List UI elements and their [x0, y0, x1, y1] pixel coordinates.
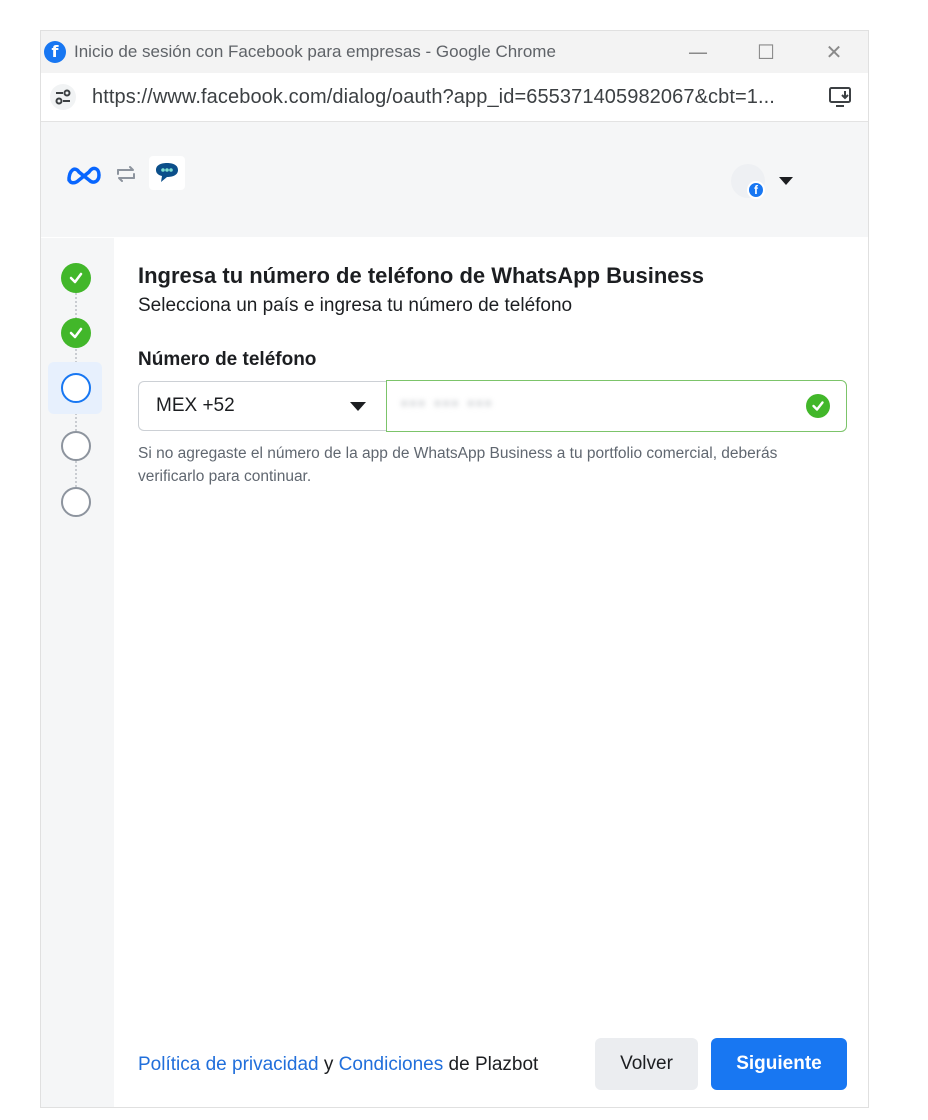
- address-bar: https://www.facebook.com/dialog/oauth?ap…: [41, 73, 868, 122]
- footer-legal: Política de privacidad y Condiciones de …: [138, 1054, 538, 1076]
- phone-number-input[interactable]: ••• ••• •••: [386, 380, 847, 432]
- country-code-select[interactable]: MEX +52: [138, 381, 386, 431]
- phone-help-text: Si no agregaste el número de la app de W…: [138, 445, 778, 485]
- url-text[interactable]: https://www.facebook.com/dialog/oauth?ap…: [92, 86, 802, 109]
- tune-icon[interactable]: [50, 84, 76, 110]
- window-title: Inicio de sesión con Facebook para empre…: [74, 42, 556, 61]
- back-button[interactable]: Volver: [595, 1038, 698, 1090]
- step-5-pending-icon: [61, 487, 91, 517]
- dialog-content: Ingresa tu número de teléfono de WhatsAp…: [114, 238, 868, 1107]
- browser-popup-window: f Inicio de sesión con Facebook para emp…: [41, 31, 868, 1107]
- phone-number-value: ••• ••• •••: [401, 394, 494, 415]
- step-1-complete-icon: [61, 263, 91, 293]
- install-app-icon[interactable]: [828, 85, 854, 109]
- page-title: Ingresa tu número de teléfono de WhatsAp…: [138, 263, 704, 288]
- footer-suffix: de Plazbot: [443, 1054, 539, 1075]
- step-2-complete-icon: [61, 318, 91, 348]
- meta-icon: [67, 166, 101, 185]
- facebook-icon: f: [44, 41, 66, 63]
- terms-link[interactable]: Condiciones: [339, 1054, 444, 1075]
- window-controls: — ☐ ✕: [664, 31, 868, 73]
- close-button[interactable]: ✕: [800, 31, 868, 73]
- step-progress-rail: [41, 238, 114, 1107]
- maximize-button[interactable]: ☐: [732, 31, 800, 73]
- valid-check-icon: [806, 394, 830, 418]
- chat-bubble-icon: [149, 156, 185, 190]
- account-menu-caret-icon[interactable]: [779, 177, 793, 185]
- dialog-header: f: [41, 122, 868, 237]
- privacy-policy-link[interactable]: Política de privacidad: [138, 1054, 319, 1075]
- step-4-pending-icon: [61, 431, 91, 461]
- next-button[interactable]: Siguiente: [711, 1038, 847, 1090]
- phone-number-label: Número de teléfono: [138, 349, 317, 370]
- page-subtitle: Selecciona un país e ingresa tu número d…: [138, 295, 573, 316]
- step-3-current-icon: [61, 373, 91, 403]
- minimize-button[interactable]: —: [664, 31, 732, 73]
- chevron-down-icon: [350, 402, 366, 411]
- footer-conjunction: y: [318, 1054, 339, 1075]
- sync-arrows-icon: [117, 166, 135, 182]
- country-code-value: MEX +52: [156, 395, 235, 416]
- title-bar: f Inicio de sesión con Facebook para emp…: [41, 31, 868, 73]
- facebook-badge-icon: f: [747, 181, 765, 199]
